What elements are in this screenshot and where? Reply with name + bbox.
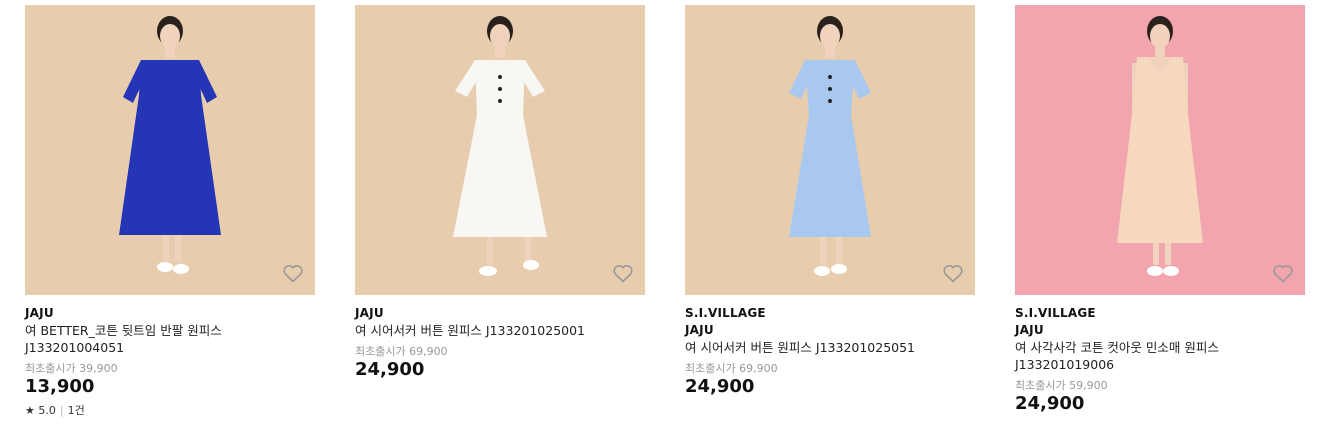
- sale-price: 24,900: [1015, 393, 1085, 414]
- rating-score: 5.0: [38, 404, 56, 417]
- product-card[interactable]: S.I.VILLAGE JAJU 여 사각사각 코튼 컷아웃 민소매 원피스 J…: [1015, 5, 1305, 415]
- product-card[interactable]: JAJU 여 시어서커 버튼 원피스 J133201025001 최초출시가 6…: [355, 5, 645, 381]
- rating-summary: ★ 5.0 | 1건: [25, 404, 315, 418]
- brand-label[interactable]: S.I.VILLAGE: [685, 305, 975, 322]
- brand-label[interactable]: JAJU: [25, 305, 315, 322]
- original-price: 최초출시가 39,900: [25, 362, 118, 375]
- heart-outline-icon: [283, 265, 303, 283]
- sale-price: 24,900: [355, 359, 425, 380]
- product-name[interactable]: 여 사각사각 코튼 컷아웃 민소매 원피스 J133201019006: [1015, 339, 1305, 373]
- original-price: 최초출시가 69,900: [355, 345, 448, 358]
- wishlist-button[interactable]: [611, 261, 635, 285]
- review-count: 1건: [67, 404, 85, 417]
- product-name[interactable]: 여 시어서커 버튼 원피스 J133201025051: [685, 339, 975, 356]
- original-price: 최초출시가 69,900: [685, 362, 778, 375]
- product-image[interactable]: [1015, 5, 1305, 295]
- divider: |: [59, 404, 64, 417]
- product-card[interactable]: JAJU 여 BETTER_코튼 뒷트임 반팔 원피스 J13320100405…: [25, 5, 315, 418]
- wishlist-button[interactable]: [281, 261, 305, 285]
- product-card[interactable]: S.I.VILLAGE JAJU 여 시어서커 버튼 원피스 J13320102…: [685, 5, 975, 398]
- product-photo: [685, 5, 975, 295]
- star-icon: ★: [25, 404, 35, 417]
- product-photo: [355, 5, 645, 295]
- sale-price: 13,900: [25, 376, 95, 397]
- brand-label[interactable]: JAJU: [1015, 322, 1305, 339]
- wishlist-button[interactable]: [941, 261, 965, 285]
- heart-outline-icon: [613, 265, 633, 283]
- product-photo: [25, 5, 315, 295]
- original-price: 최초출시가 59,900: [1015, 379, 1108, 392]
- product-photo: [1015, 5, 1305, 295]
- heart-outline-icon: [1273, 265, 1293, 283]
- product-name[interactable]: 여 시어서커 버튼 원피스 J133201025001: [355, 322, 645, 339]
- product-name[interactable]: 여 BETTER_코튼 뒷트임 반팔 원피스 J133201004051: [25, 322, 315, 356]
- brand-label[interactable]: JAJU: [685, 322, 975, 339]
- brand-label[interactable]: S.I.VILLAGE: [1015, 305, 1305, 322]
- sale-price: 24,900: [685, 376, 755, 397]
- heart-outline-icon: [943, 265, 963, 283]
- product-image[interactable]: [25, 5, 315, 295]
- product-image[interactable]: [685, 5, 975, 295]
- product-image[interactable]: [355, 5, 645, 295]
- brand-label[interactable]: JAJU: [355, 305, 645, 322]
- wishlist-button[interactable]: [1271, 261, 1295, 285]
